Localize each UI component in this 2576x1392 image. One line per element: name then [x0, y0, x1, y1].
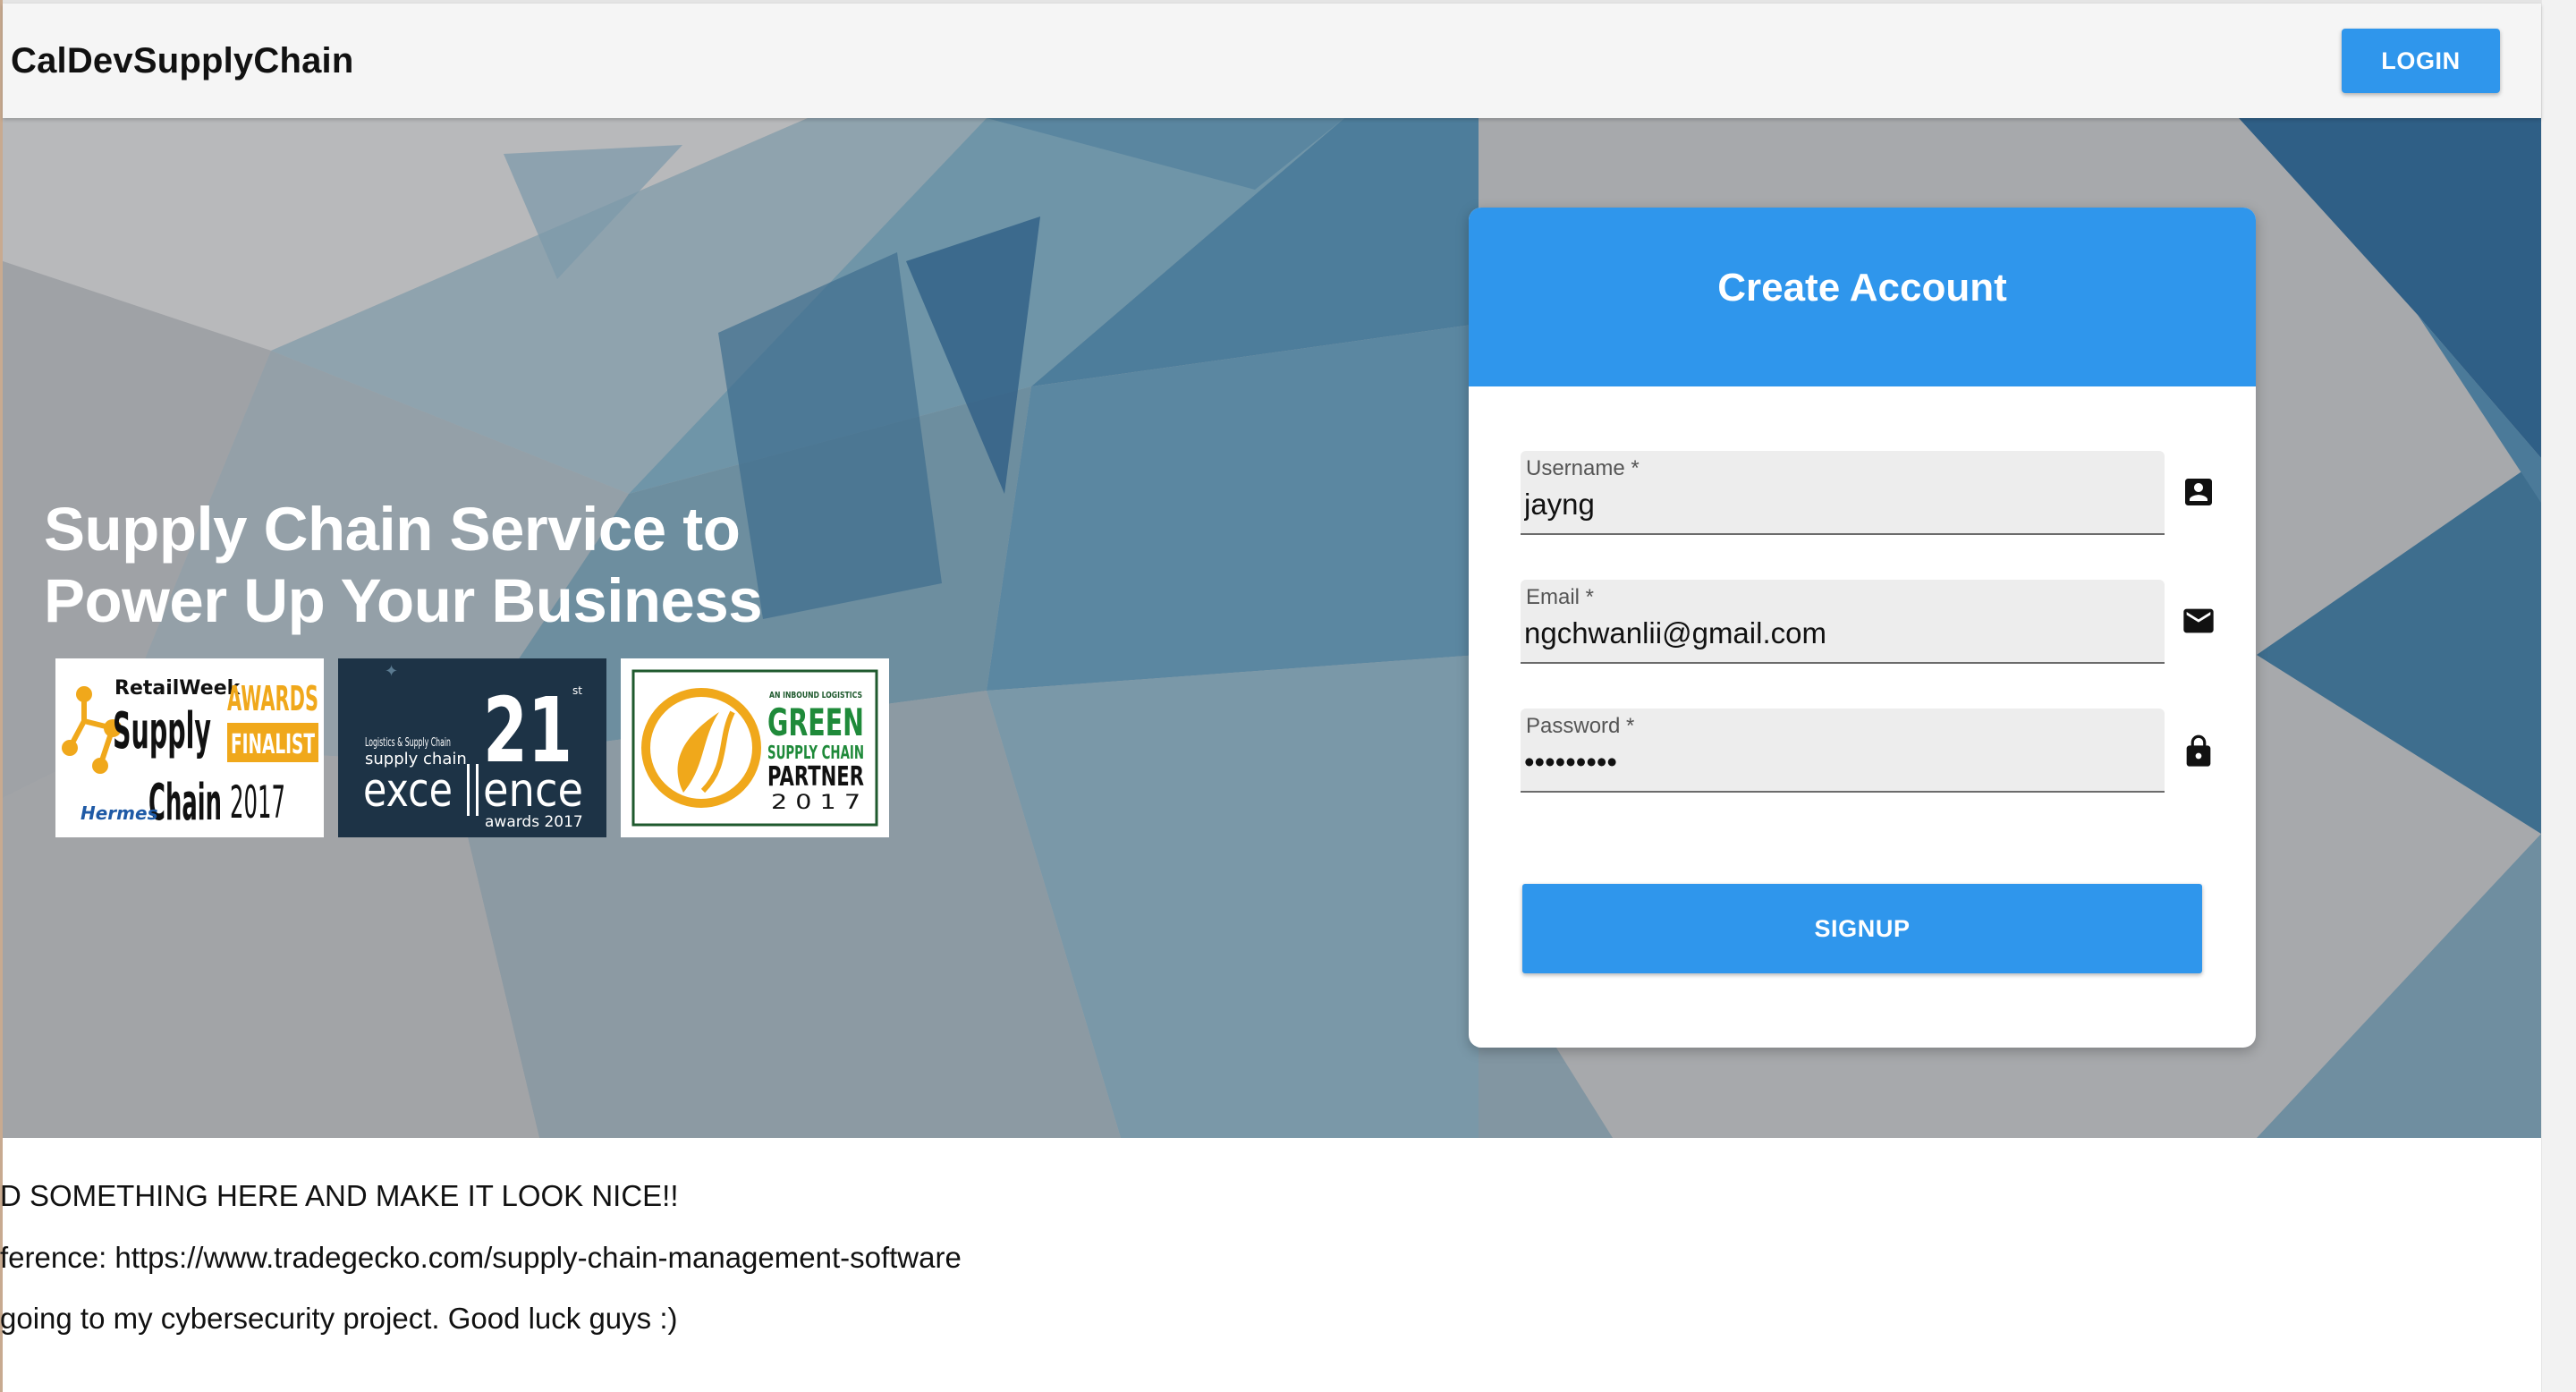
footer-note-3: going to my cybersecurity project. Good … [0, 1302, 678, 1335]
tagline-line-1: Supply Chain Service to [44, 495, 741, 564]
svg-text:ence: ence [483, 764, 583, 818]
signup-button[interactable]: SIGNUP [1522, 884, 2202, 973]
svg-text:Supply: Supply [113, 702, 211, 760]
svg-text:AWARDS: AWARDS [227, 679, 318, 718]
tagline-line-2: Power Up Your Business [44, 566, 763, 635]
svg-text:FINALIST: FINALIST [231, 729, 315, 760]
email-field[interactable]: Email * [1521, 580, 2165, 664]
award-badge-excellence: ✦ ✦ Logistics & Supply Chain supply chai… [338, 658, 606, 837]
brand-title: CalDevSupplyChain [11, 41, 354, 81]
retailweek-award-logo: RetailWeek Supply Chain AWARDS FINALIST … [55, 658, 324, 837]
svg-text:Logistics & Supply Chain: Logistics & Supply Chain [365, 736, 451, 750]
footer-note-2: ference: https://www.tradegecko.com/supp… [0, 1241, 962, 1274]
window-scrollbar[interactable] [2541, 0, 2576, 1392]
login-button[interactable]: LOGIN [2342, 29, 2500, 93]
green-supply-chain-award-logo: AN INBOUND LOGISTICS GREEN SUPPLY CHAIN … [621, 658, 889, 837]
svg-text:PARTNER: PARTNER [767, 761, 864, 793]
password-field[interactable]: Password * [1521, 709, 2165, 793]
username-field[interactable]: Username * [1521, 451, 2165, 535]
svg-text:awards 2017: awards 2017 [485, 813, 583, 831]
svg-text:SUPPLY CHAIN: SUPPLY CHAIN [767, 742, 864, 763]
password-input[interactable] [1524, 743, 2150, 782]
svg-text:AN INBOUND LOGISTICS: AN INBOUND LOGISTICS [769, 691, 862, 700]
hero-tagline: Supply Chain Service to Power Up Your Bu… [44, 494, 849, 637]
svg-text:GREEN: GREEN [767, 700, 864, 744]
award-badge-retailweek: RetailWeek Supply Chain AWARDS FINALIST … [55, 658, 324, 837]
footer-note-1: D SOMETHING HERE AND MAKE IT LOOK NICE!! [0, 1179, 679, 1212]
svg-text:✦: ✦ [385, 662, 398, 681]
email-icon [2183, 608, 2214, 633]
username-label: Username * [1526, 456, 1640, 480]
svg-text:exce: exce [363, 764, 453, 818]
account-box-icon [2185, 479, 2212, 505]
svg-text:Chain: Chain [148, 774, 222, 832]
username-input[interactable] [1524, 485, 2150, 524]
create-account-card: Create Account Username * Email * Passwo… [1469, 208, 2256, 1048]
email-input[interactable] [1524, 614, 2150, 653]
password-label: Password * [1526, 714, 1635, 738]
svg-text:2017: 2017 [230, 777, 285, 828]
email-label: Email * [1526, 585, 1595, 609]
svg-text:RetailWeek: RetailWeek [114, 677, 242, 700]
svg-text:2 0 1 7: 2 0 1 7 [771, 792, 860, 814]
award-badge-green-supply-chain: AN INBOUND LOGISTICS GREEN SUPPLY CHAIN … [621, 658, 889, 837]
svg-text:st: st [572, 684, 582, 697]
card-header: Create Account [1469, 208, 2256, 386]
app-bar: CalDevSupplyChain LOGIN [3, 4, 2541, 118]
card-title: Create Account [1717, 266, 2007, 310]
svg-text:Hermes: Hermes [80, 802, 158, 824]
excellence-award-logo: ✦ ✦ Logistics & Supply Chain supply chai… [338, 658, 606, 837]
lock-icon [2186, 734, 2211, 767]
